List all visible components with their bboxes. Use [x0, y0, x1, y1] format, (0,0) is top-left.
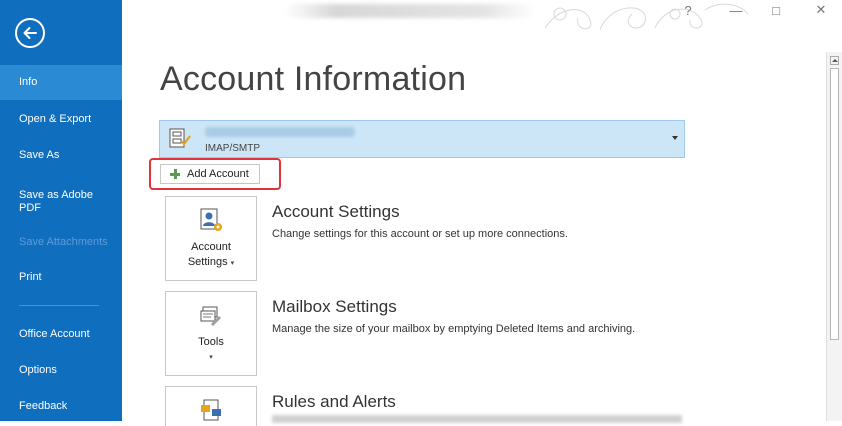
sidebar-item-label: Save As	[19, 148, 60, 161]
window-title-redacted	[285, 4, 535, 18]
tile-label-line2: Settings ▾	[187, 256, 235, 268]
close-icon: ✕	[815, 2, 827, 17]
scrollbar-thumb[interactable]	[830, 68, 839, 340]
rules-alerts-title: Rules and Alerts	[272, 392, 396, 411]
account-type: IMAP/SMTP	[205, 143, 261, 154]
minimize-icon: —	[729, 2, 743, 18]
sidebar-item-open-export[interactable]: Open & Export	[0, 101, 122, 137]
sidebar-item-save-as-adobe-pdf[interactable]: Save as Adobe PDF	[0, 180, 122, 224]
sidebar-item-label: Office Account	[19, 327, 90, 340]
account-selector-dropdown[interactable]: IMAP/SMTP	[159, 120, 685, 158]
sidebar-item-label: Print	[19, 270, 42, 283]
rules-alerts-description-cropped	[272, 415, 682, 423]
sidebar-item-label: Save as Adobe PDF	[19, 189, 94, 214]
backstage-sidebar: Info Open & Export Save As Save as Adobe…	[0, 0, 122, 421]
tile-label-line1: Account	[191, 241, 231, 253]
sidebar-item-save-as[interactable]: Save As	[0, 137, 122, 173]
sidebar-item-label: Feedback	[19, 399, 68, 412]
close-button[interactable]: ✕	[812, 2, 830, 18]
tile-caret: ▾	[209, 354, 213, 361]
restore-button[interactable]: □	[767, 2, 785, 18]
mailbox-settings-description: Manage the size of your mailbox by empty…	[272, 323, 636, 335]
back-button[interactable]	[15, 18, 45, 48]
sidebar-divider	[19, 305, 99, 306]
rules-alerts-icon	[201, 399, 221, 421]
add-account-button[interactable]: Add Account	[160, 164, 260, 184]
account-settings-icon	[200, 208, 222, 231]
help-icon: ?	[684, 2, 692, 18]
account-settings-tile-button[interactable]: Account Settings ▾	[165, 196, 257, 281]
sidebar-item-options[interactable]: Options	[0, 352, 122, 388]
page-title: Account Information	[160, 60, 467, 98]
sidebar-item-label: Save Attachments	[19, 235, 108, 248]
account-card-icon	[169, 128, 191, 148]
sidebar-item-label: Open & Export	[19, 112, 92, 125]
minimize-button[interactable]: —	[727, 2, 745, 18]
account-email-redacted	[205, 127, 355, 137]
sidebar-item-print[interactable]: Print	[0, 259, 122, 295]
sidebar-item-feedback[interactable]: Feedback	[0, 388, 122, 424]
scroll-up-arrow-icon[interactable]	[830, 56, 839, 65]
rules-alerts-tile-button[interactable]	[165, 386, 257, 426]
decorative-swirl-pattern	[544, 3, 749, 31]
sidebar-item-office-account[interactable]: Office Account	[0, 316, 122, 352]
chevron-down-icon	[672, 136, 678, 140]
plus-icon	[170, 169, 180, 179]
tools-tile-button[interactable]: Tools ▾	[165, 291, 257, 376]
sidebar-item-info[interactable]: Info	[0, 65, 122, 100]
account-settings-description: Change settings for this account or set …	[272, 228, 568, 240]
add-account-label: Add Account	[187, 168, 249, 180]
sidebar-item-label: Options	[19, 363, 57, 376]
back-arrow-icon	[23, 27, 37, 39]
mailbox-settings-title: Mailbox Settings	[272, 297, 397, 316]
restore-icon: □	[772, 2, 780, 18]
account-settings-title: Account Settings	[272, 202, 400, 221]
mailbox-tools-icon	[200, 306, 221, 326]
sidebar-item-label: Info	[19, 76, 38, 88]
sidebar-item-save-attachments: Save Attachments	[0, 224, 122, 260]
tile-label-line1: Tools	[198, 336, 224, 348]
vertical-scrollbar[interactable]	[826, 52, 842, 421]
help-button[interactable]: ?	[680, 2, 696, 18]
